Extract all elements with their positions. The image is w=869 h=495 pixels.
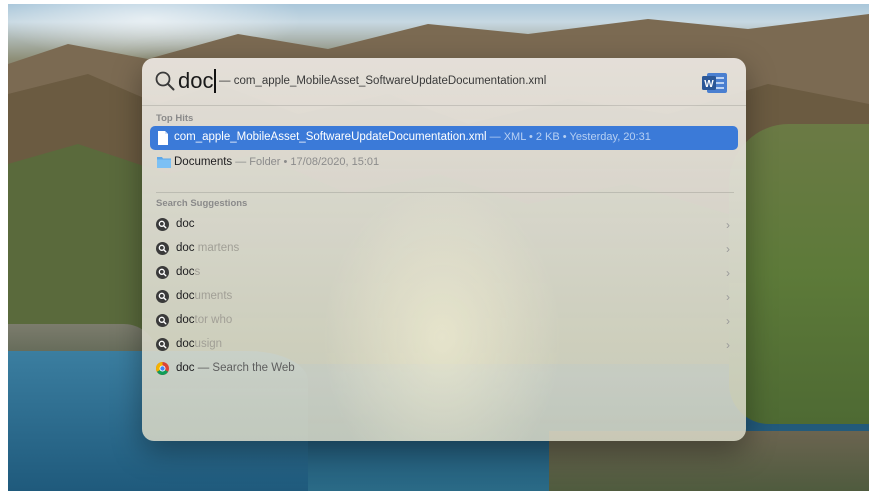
suggestion-item[interactable]: docusign › — [150, 334, 738, 356]
search-suggestion-icon — [156, 338, 169, 351]
top-hit-name: com_apple_MobileAsset_SoftwareUpdateDocu… — [174, 131, 487, 143]
top-hit-documents-folder[interactable]: Documents — Folder • 17/08/2020, 15:01 — [150, 151, 738, 175]
suggestion-item[interactable]: doc martens › — [150, 238, 738, 260]
chevron-right-icon: › — [726, 266, 730, 280]
suggestion-item[interactable]: doctor who › — [150, 310, 738, 332]
chevron-right-icon: › — [726, 290, 730, 304]
word-app-icon: W — [702, 73, 727, 93]
search-divider — [142, 105, 746, 106]
spotlight-search-bar[interactable]: doc — com_apple_MobileAsset_SoftwareUpda… — [142, 58, 746, 106]
chrome-icon — [156, 362, 169, 375]
search-query[interactable]: doc — [178, 68, 213, 94]
suggestion-item[interactable]: doc › — [150, 214, 738, 236]
search-suggestion-icon — [156, 290, 169, 303]
search-suggestion-icon — [156, 314, 169, 327]
chevron-right-icon: › — [726, 338, 730, 352]
magnifier-icon — [155, 71, 175, 91]
search-completion: — com_apple_MobileAsset_SoftwareUpdateDo… — [219, 75, 547, 87]
suggestion-item[interactable]: docs › — [150, 262, 738, 284]
text-cursor — [214, 69, 216, 93]
section-divider — [156, 192, 734, 193]
top-hit-meta: — Folder • 17/08/2020, 15:01 — [232, 156, 380, 168]
top-hit-name: Documents — [174, 156, 233, 168]
folder-icon — [157, 157, 171, 168]
top-hit-xml-file[interactable]: com_apple_MobileAsset_SoftwareUpdateDocu… — [150, 126, 738, 150]
chevron-right-icon: › — [726, 314, 730, 328]
search-suggestions-title: Search Suggestions — [156, 198, 248, 209]
spotlight-panel: doc — com_apple_MobileAsset_SoftwareUpda… — [142, 58, 746, 441]
chevron-right-icon: › — [726, 218, 730, 232]
search-web-item[interactable]: doc — Search the Web — [150, 358, 738, 380]
document-icon — [158, 131, 168, 145]
search-suggestion-icon — [156, 242, 169, 255]
search-suggestion-icon — [156, 218, 169, 231]
top-hit-meta: — XML • 2 KB • Yesterday, 20:31 — [486, 131, 651, 143]
suggestion-item[interactable]: documents › — [150, 286, 738, 308]
chevron-right-icon: › — [726, 242, 730, 256]
svg-text:W: W — [704, 79, 714, 90]
top-hits-title: Top Hits — [156, 113, 194, 124]
search-suggestion-icon — [156, 266, 169, 279]
